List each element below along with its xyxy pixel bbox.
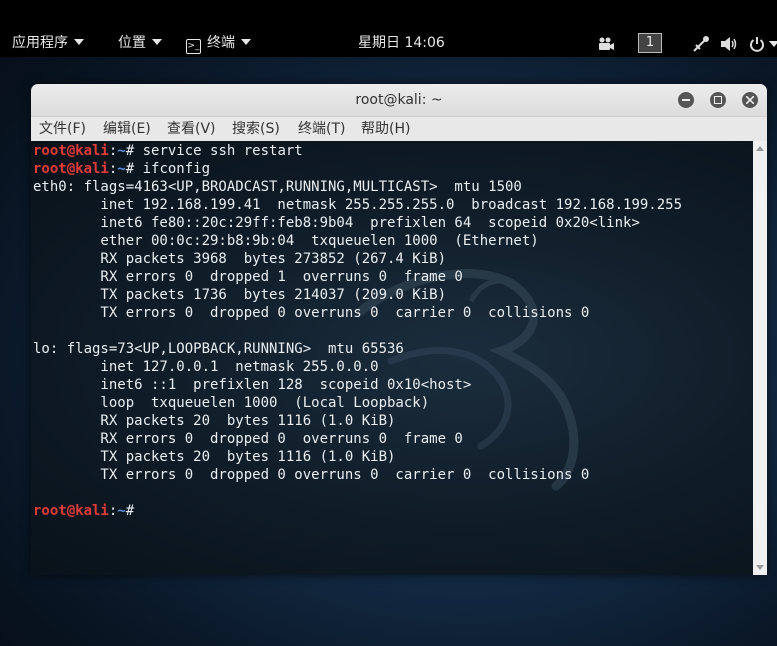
minimize-button[interactable] — [678, 92, 694, 108]
minimize-icon — [682, 99, 690, 101]
chevron-down-icon[interactable] — [768, 34, 777, 54]
terminal-output-line: RX errors 0 dropped 0 overruns 0 frame 0 — [33, 431, 463, 447]
video-camera-icon[interactable] — [597, 34, 615, 54]
prompt-user: root@kali — [33, 161, 109, 177]
menu-view[interactable]: 查看(V) — [167, 117, 216, 141]
maximize-icon — [714, 96, 722, 104]
maximize-button[interactable] — [710, 92, 726, 108]
volume-icon[interactable] — [720, 34, 738, 54]
places-label: 位置 — [118, 35, 146, 51]
places-menu[interactable]: 位置 — [118, 30, 162, 57]
clock-label: 星期日 14:06 — [358, 35, 445, 51]
window-title: root@kali: ~ — [355, 92, 443, 108]
terminal-prompt-line: root@kali:~# — [33, 502, 682, 520]
terminal-window: root@kali: ~ 文件(F) 编辑(E) 查看(V) 搜索(S) 终端(… — [31, 84, 767, 575]
top-panel: 应用程序 位置 >_ 终端 星期日 14:06 1 — [0, 30, 777, 57]
menu-help[interactable]: 帮助(H) — [361, 117, 410, 141]
menu-file[interactable]: 文件(F) — [39, 117, 86, 141]
workspace-number: 1 — [645, 35, 655, 50]
chevron-down-icon — [241, 39, 251, 45]
clock[interactable]: 星期日 14:06 — [358, 30, 445, 57]
terminal-output-line: RX packets 20 bytes 1116 (1.0 KiB) — [33, 413, 396, 429]
menu-terminal[interactable]: 终端(T) — [298, 117, 345, 141]
prompt-end: # — [125, 161, 143, 177]
prompt-user: root@kali — [33, 503, 109, 519]
terminal-output-line: RX packets 3968 bytes 273852 (267.4 KiB) — [33, 251, 447, 267]
close-button[interactable] — [742, 92, 758, 108]
terminal-label: 终端 — [207, 35, 235, 51]
terminal-output-line: TX errors 0 dropped 0 overruns 0 carrier… — [33, 467, 590, 483]
terminal-output-line: ether 00:0c:29:b8:9b:04 txqueuelen 1000 … — [33, 233, 539, 249]
prompt-end: # — [125, 143, 143, 159]
scroll-up-icon[interactable] — [756, 146, 764, 151]
menu-search[interactable]: 搜索(S) — [232, 117, 280, 141]
applications-menu[interactable]: 应用程序 — [12, 30, 84, 57]
scroll-down-icon[interactable] — [756, 565, 764, 570]
desktop-top-strip — [0, 0, 777, 30]
prompt-command: service ssh restart — [142, 143, 303, 159]
window-menubar: 文件(F) 编辑(E) 查看(V) 搜索(S) 终端(T) 帮助(H) — [31, 117, 767, 141]
terminal-output-line: inet 192.168.199.41 netmask 255.255.255.… — [33, 197, 683, 213]
terminal-output-line: TX errors 0 dropped 0 overruns 0 carrier… — [33, 305, 590, 321]
prompt-path: ~ — [117, 143, 126, 159]
terminal-app-menu[interactable]: >_ 终端 — [186, 30, 251, 57]
close-icon — [746, 96, 754, 104]
chevron-down-icon — [74, 39, 84, 45]
terminal-output-line: loop txqueuelen 1000 (Local Loopback) — [33, 395, 430, 411]
power-icon[interactable] — [748, 34, 766, 54]
terminal-output-line — [33, 322, 682, 340]
prompt-path: ~ — [117, 503, 126, 519]
network-icon[interactable] — [692, 34, 710, 54]
prompt-path: ~ — [117, 161, 126, 177]
terminal-output-line: inet6 ::1 prefixlen 128 scopeid 0x10<hos… — [33, 377, 472, 393]
terminal-output-line: TX packets 20 bytes 1116 (1.0 KiB) — [33, 449, 396, 465]
terminal-output-line: eth0: flags=4163<UP,BROADCAST,RUNNING,MU… — [33, 179, 522, 195]
terminal-output-line: inet6 fe80::20c:29ff:feb8:9b04 prefixlen… — [33, 215, 640, 231]
terminal-output-line: RX errors 0 dropped 1 overruns 0 frame 0 — [33, 269, 463, 285]
prompt-user: root@kali — [33, 143, 109, 159]
terminal-output-line: TX packets 1736 bytes 214037 (209.0 KiB) — [33, 287, 447, 303]
window-titlebar[interactable]: root@kali: ~ — [31, 84, 767, 117]
terminal-output-line — [33, 484, 682, 502]
terminal-icon: >_ — [186, 39, 201, 54]
terminal-scrollbar[interactable] — [753, 141, 767, 575]
prompt-command: ifconfig — [142, 161, 211, 177]
workspace-indicator[interactable]: 1 — [638, 33, 662, 53]
terminal-output[interactable]: root@kali:~# service ssh restart root@kal… — [31, 141, 753, 575]
prompt-end: # — [125, 503, 143, 519]
terminal-output-line: lo: flags=73<UP,LOOPBACK,RUNNING> mtu 65… — [33, 341, 404, 357]
terminal-prompt-line: root@kali:~# service ssh restart — [33, 142, 682, 160]
terminal-prompt-line: root@kali:~# ifconfig — [33, 160, 682, 178]
terminal-output-line: inet 127.0.0.1 netmask 255.0.0.0 — [33, 359, 379, 375]
menu-edit[interactable]: 编辑(E) — [103, 117, 151, 141]
applications-label: 应用程序 — [12, 35, 68, 51]
chevron-down-icon — [152, 39, 162, 45]
terminal-lines: root@kali:~# service ssh restart root@kal… — [33, 142, 682, 520]
